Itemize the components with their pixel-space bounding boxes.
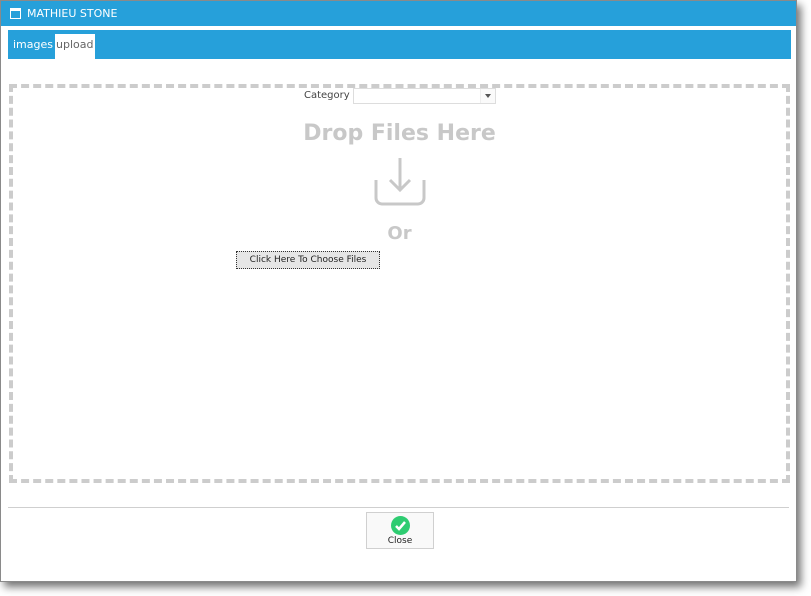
choose-files-button[interactable]: Click Here To Choose Files <box>236 251 380 269</box>
drop-files-heading: Drop Files Here <box>303 121 496 146</box>
download-icon <box>374 158 426 206</box>
category-label: Category <box>304 90 350 101</box>
category-select[interactable] <box>353 88 496 104</box>
tab-upload[interactable]: upload <box>55 34 95 59</box>
tab-bar: images upload <box>8 30 791 59</box>
chevron-down-icon[interactable] <box>480 89 495 103</box>
close-label: Close <box>387 536 413 546</box>
footer-divider <box>8 507 789 508</box>
title-bar: MATHIEU STONE <box>1 1 796 26</box>
window-icon <box>10 8 21 19</box>
window-title: MATHIEU STONE <box>27 7 118 20</box>
dialog-window: MATHIEU STONE images upload Category Dro… <box>0 0 797 582</box>
tab-images[interactable]: images <box>8 34 58 59</box>
close-button[interactable]: Close <box>366 512 434 549</box>
check-circle-icon <box>391 516 410 535</box>
or-separator: Or <box>387 223 412 244</box>
